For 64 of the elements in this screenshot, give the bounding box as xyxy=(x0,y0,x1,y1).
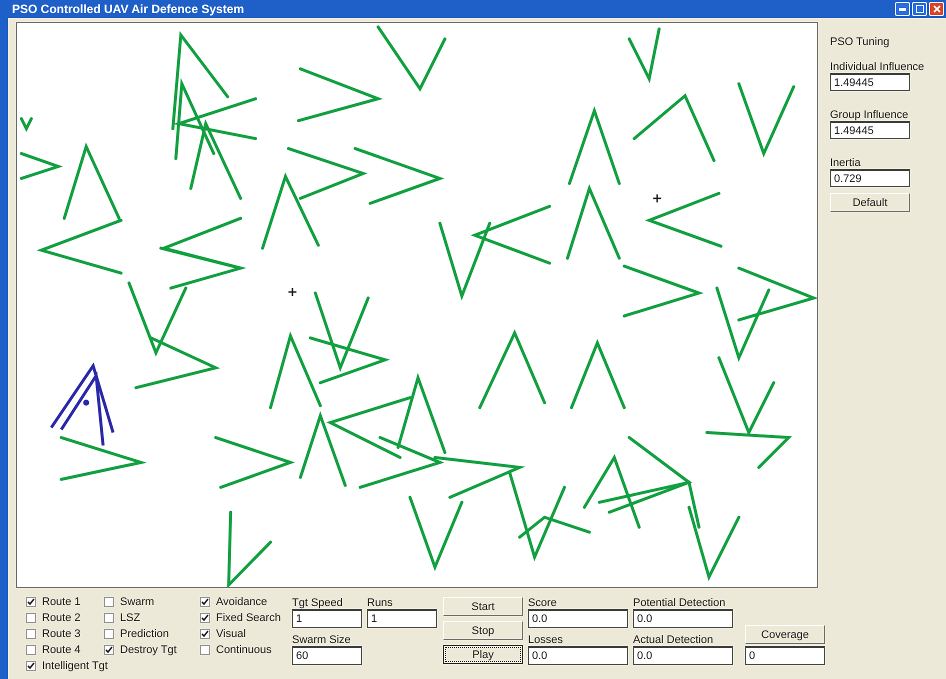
minimize-button[interactable] xyxy=(895,2,910,16)
maximize-button[interactable] xyxy=(912,2,927,16)
field-label: Actual Detection xyxy=(633,634,714,646)
field-label: Score xyxy=(528,597,558,609)
checkbox[interactable] xyxy=(26,661,36,671)
field-label: Group Influence xyxy=(830,109,910,121)
coverage-button[interactable]: Coverage xyxy=(745,625,825,644)
input-field[interactable]: 1 xyxy=(292,609,362,628)
checkbox-option[interactable]: Swarm xyxy=(104,594,200,610)
checkbox-option[interactable]: Avoidance xyxy=(200,594,292,610)
control-button[interactable]: Play xyxy=(443,645,523,664)
minimize-icon xyxy=(899,8,906,10)
input-field[interactable]: 60 xyxy=(292,646,362,665)
field-label: Swarm Size xyxy=(292,634,352,646)
control-button[interactable]: Start xyxy=(443,597,523,616)
checkbox-option[interactable]: Visual xyxy=(200,626,292,642)
checkbox-option[interactable]: Route 3 xyxy=(26,626,104,642)
checkbox[interactable] xyxy=(104,629,114,639)
checkbox[interactable] xyxy=(26,613,36,623)
field-label: Tgt Speed xyxy=(292,597,344,609)
window-title: PSO Controlled UAV Air Defence System xyxy=(12,2,244,16)
checkmark-icon xyxy=(27,662,35,670)
close-button[interactable] xyxy=(929,2,944,16)
checkmark-icon xyxy=(105,646,113,654)
checkbox-option[interactable]: Destroy Tgt xyxy=(104,642,200,658)
readout-field[interactable]: 0.0 xyxy=(633,646,733,665)
input-field[interactable]: 1.49445 xyxy=(830,73,910,91)
checkbox-option[interactable]: Route 2 xyxy=(26,610,104,626)
checkbox[interactable] xyxy=(200,597,210,607)
checkbox[interactable] xyxy=(200,629,210,639)
waypoint-icon xyxy=(652,194,662,204)
checkbox[interactable] xyxy=(26,645,36,655)
checkbox-option[interactable]: Prediction xyxy=(104,626,200,642)
readout-field[interactable]: 0.0 xyxy=(528,646,628,665)
field-label: Potential Detection xyxy=(633,597,726,609)
default-button[interactable]: Default xyxy=(830,193,910,212)
checkbox[interactable] xyxy=(104,597,114,607)
maximize-icon xyxy=(916,5,924,13)
field-label: Losses xyxy=(528,634,564,646)
checkmark-icon xyxy=(27,598,35,606)
readout-field[interactable]: 0.0 xyxy=(528,609,628,628)
checkbox[interactable] xyxy=(104,645,114,655)
input-field[interactable]: 1.49445 xyxy=(830,121,910,139)
checkbox[interactable] xyxy=(200,645,210,655)
waypoint-icon xyxy=(288,287,298,297)
field-label: Inertia xyxy=(830,157,862,169)
checkbox[interactable] xyxy=(26,597,36,607)
close-icon xyxy=(932,5,940,13)
input-field[interactable]: 1 xyxy=(367,609,437,628)
checkbox-option[interactable]: LSZ xyxy=(104,610,200,626)
checkbox-option[interactable]: Continuous xyxy=(200,642,292,658)
checkbox-option[interactable]: Route 1 xyxy=(26,594,104,610)
readout-field[interactable]: 0 xyxy=(745,646,825,665)
checkbox[interactable] xyxy=(104,613,114,623)
readout-field[interactable]: 0.0 xyxy=(633,609,733,628)
checkbox[interactable] xyxy=(200,613,210,623)
panel-title: PSO Tuning xyxy=(830,36,890,48)
checkbox[interactable] xyxy=(26,629,36,639)
checkbox-option[interactable]: Fixed Search xyxy=(200,610,292,626)
checkbox-option[interactable]: Route 4 xyxy=(26,642,104,658)
field-label: Runs xyxy=(367,597,394,609)
input-field[interactable]: 0.729 xyxy=(830,169,910,187)
control-button[interactable]: Stop xyxy=(443,621,523,640)
field-label: Individual Influence xyxy=(830,61,926,73)
